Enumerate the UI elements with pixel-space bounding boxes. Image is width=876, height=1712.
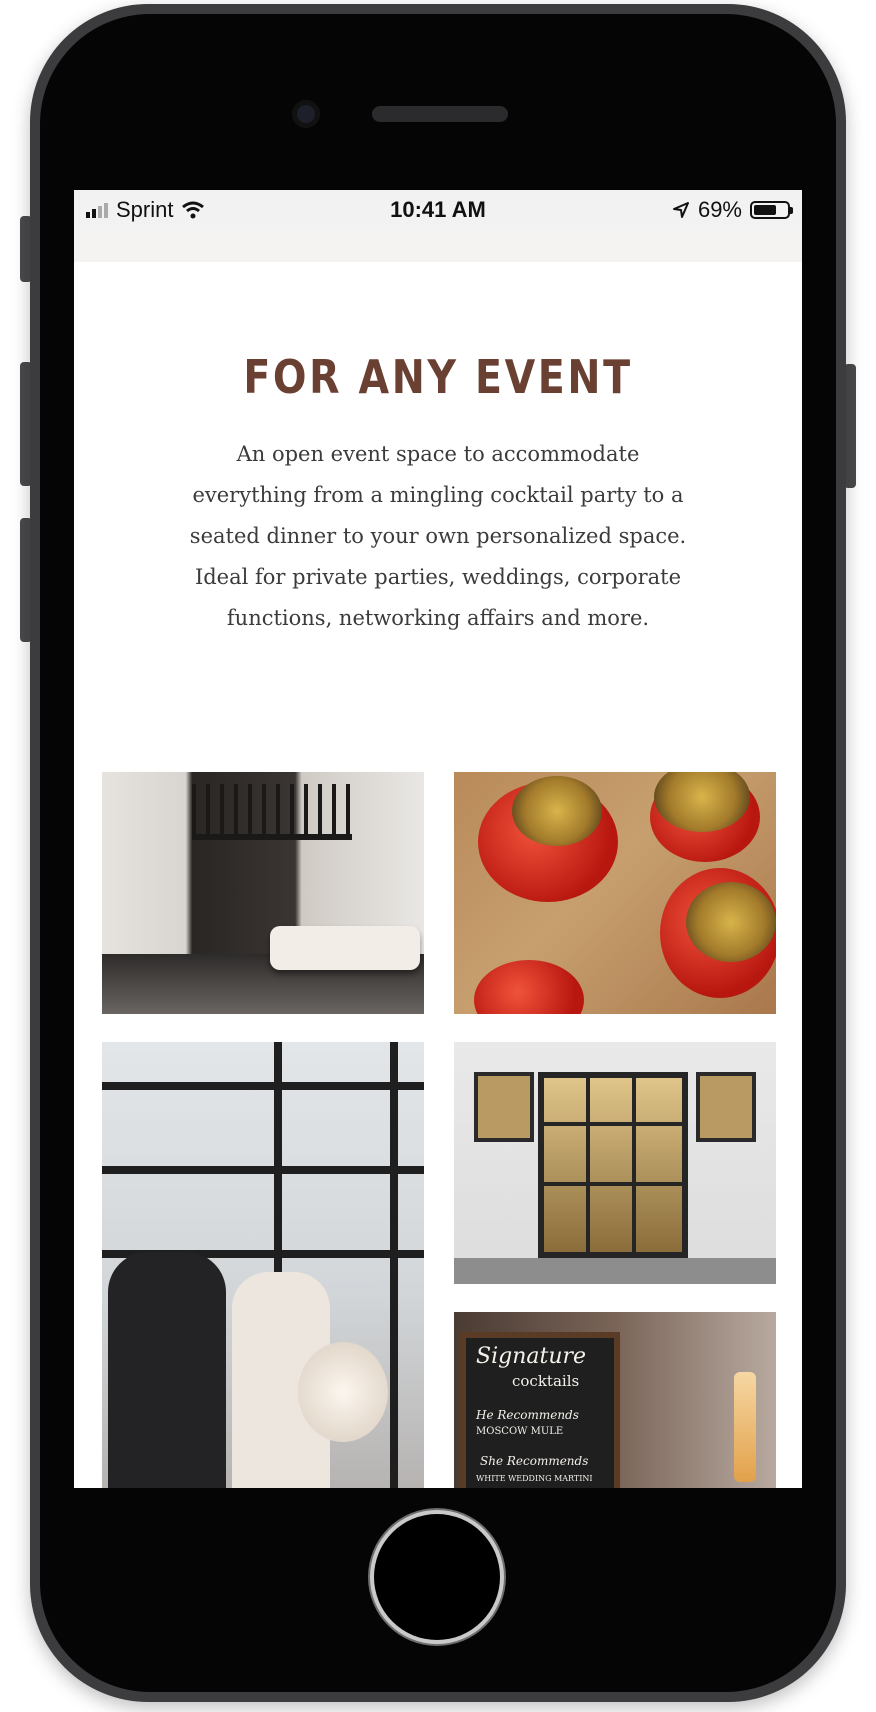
page-title: FOR ANY EVENT [243, 350, 633, 404]
cocktail-glass [734, 1372, 756, 1482]
window-frame [102, 1166, 424, 1174]
door-grid [538, 1182, 688, 1186]
chalk-subtitle: cocktails [512, 1372, 580, 1390]
front-camera [292, 100, 320, 128]
chalk-line: MOSCOW MULE [476, 1426, 564, 1437]
mezzanine-railing [192, 784, 352, 840]
header-band [74, 230, 802, 262]
battery-percent: 69% [697, 197, 742, 222]
lounge-sofa [270, 926, 420, 970]
photo-signature-cocktails[interactable]: Signature cocktails He Recommends MOSCOW… [454, 1312, 776, 1488]
door-grid [632, 1072, 636, 1258]
intro-paragraph: An open event space to accommodate every… [189, 442, 687, 630]
chalkboard-sign: Signature cocktails He Recommends MOSCOW… [460, 1332, 620, 1488]
glass-door [538, 1072, 688, 1258]
chalk-line: He Recommends [476, 1408, 579, 1422]
door-grid [586, 1072, 590, 1258]
storefront-window [474, 1072, 534, 1142]
earpiece-speaker [372, 106, 508, 122]
sidewalk [454, 1258, 776, 1284]
pepper-filling [512, 776, 602, 846]
chalk-line: She Recommends [480, 1454, 589, 1468]
location-arrow-icon [672, 202, 689, 218]
pepper-filling [686, 882, 776, 962]
mockup-stage: Sprint 10:41 AM 69% FOR ANY EVENT An ope… [0, 0, 876, 1712]
groom-figure [108, 1252, 226, 1488]
flower-arrangement [298, 1342, 388, 1442]
status-bar: Sprint 10:41 AM 69% [74, 190, 802, 230]
chalk-title: Signature [476, 1344, 587, 1369]
battery-level-fill [754, 205, 777, 215]
photo-stuffed-peppers[interactable] [454, 772, 776, 1014]
battery-icon [750, 201, 793, 219]
home-button[interactable] [374, 1514, 500, 1640]
photo-venue-entrance[interactable] [454, 1042, 776, 1284]
window-frame [390, 1042, 398, 1488]
chalk-line: WHITE WEDDING MARTINI [476, 1474, 593, 1483]
status-right: 69% [672, 197, 793, 223]
window-frame [102, 1082, 424, 1090]
pepper [474, 960, 584, 1014]
storefront-window [696, 1072, 756, 1142]
photo-event-space[interactable] [102, 772, 424, 1014]
phone-screen: Sprint 10:41 AM 69% FOR ANY EVENT An ope… [74, 190, 802, 1488]
photo-wedding-couple[interactable] [102, 1042, 424, 1488]
door-grid [538, 1122, 688, 1126]
